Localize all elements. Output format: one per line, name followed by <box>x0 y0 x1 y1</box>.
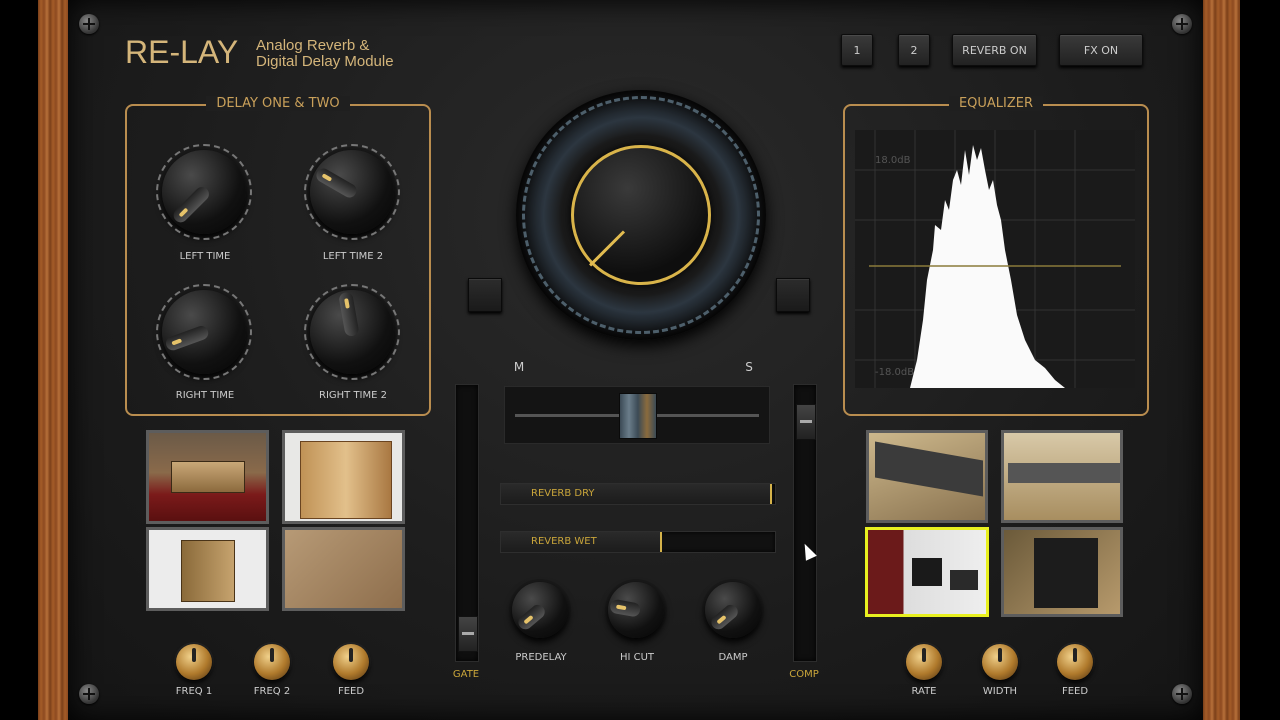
preset-1-button[interactable]: 1 <box>841 34 873 66</box>
thumbnail-rack-unit-1[interactable] <box>866 430 988 523</box>
thumbnail-spring-unit[interactable] <box>146 527 269 611</box>
feed-right-label: FEED <box>1061 686 1089 697</box>
right-square-button[interactable] <box>776 278 810 312</box>
eq-top-db-label: 18.0dB <box>875 155 911 166</box>
gate-slider[interactable] <box>455 384 479 662</box>
thumbnail-plate-reverb[interactable] <box>282 430 405 524</box>
wood-side-right <box>1203 0 1240 720</box>
thumbnail-studio-unit[interactable] <box>1001 527 1123 617</box>
right-time-knob[interactable] <box>156 284 252 380</box>
left-square-button[interactable] <box>468 278 502 312</box>
hi-cut-knob[interactable] <box>608 582 664 638</box>
damp-knob[interactable] <box>705 582 761 638</box>
reverb-wet-bar[interactable]: REVERB WET <box>500 531 776 553</box>
subtitle-line-1: Analog Reverb & <box>256 37 370 54</box>
freq-2-knob[interactable] <box>254 644 290 680</box>
thumbnail-speaker-room[interactable] <box>865 527 989 617</box>
rate-knob[interactable] <box>906 644 942 680</box>
right-time-2-label: RIGHT TIME 2 <box>319 390 387 401</box>
wood-side-left <box>38 0 68 720</box>
preset-2-button[interactable]: 2 <box>898 34 930 66</box>
thumbnail-radio-receiver[interactable] <box>146 430 269 524</box>
fx-on-button[interactable]: FX ON <box>1059 34 1143 66</box>
freq-1-knob[interactable] <box>176 644 212 680</box>
subtitle-line-2: Digital Delay Module <box>256 53 394 70</box>
gate-label: GATE <box>452 669 480 680</box>
mid-side-handle[interactable] <box>619 393 657 439</box>
comp-label: COMP <box>789 669 819 680</box>
equalizer-graph <box>855 130 1135 388</box>
reverb-wet-label: REVERB WET <box>531 536 597 547</box>
side-label: S <box>745 360 753 374</box>
eq-bottom-db-label: -18.0dB <box>875 367 915 378</box>
left-time-knob[interactable] <box>156 144 252 240</box>
feed-left-knob[interactable] <box>333 644 369 680</box>
logo: RE-LAY <box>125 34 239 70</box>
equalizer-title: EQUALIZER <box>948 96 1044 111</box>
equalizer-screen: 18.0dB -18.0dB <box>855 130 1135 388</box>
gate-handle[interactable] <box>458 615 478 652</box>
screw-icon <box>1172 14 1192 34</box>
thumbnail-rack-unit-2[interactable] <box>1001 430 1123 523</box>
screw-icon <box>79 14 99 34</box>
thumbnail-tape-echo[interactable] <box>282 527 405 611</box>
feed-right-knob[interactable] <box>1057 644 1093 680</box>
left-time-2-knob[interactable] <box>304 144 400 240</box>
comp-handle[interactable] <box>796 403 816 440</box>
mid-label: M <box>513 360 525 374</box>
right-time-label: RIGHT TIME <box>175 390 235 401</box>
reverb-dry-bar[interactable]: REVERB DRY <box>500 483 776 505</box>
subtitle: Analog Reverb & Digital Delay Module <box>256 38 394 70</box>
delay-panel-title: DELAY ONE & TWO <box>206 96 350 111</box>
width-knob[interactable] <box>982 644 1018 680</box>
feed-left-label: FEED <box>337 686 365 697</box>
left-time-label: LEFT TIME <box>179 251 231 262</box>
main-dial[interactable] <box>516 90 766 340</box>
reverb-on-button[interactable]: REVERB ON <box>952 34 1037 66</box>
damp-label: DAMP <box>718 652 748 663</box>
predelay-knob[interactable] <box>512 582 568 638</box>
comp-slider[interactable] <box>793 384 817 662</box>
mid-side-slider[interactable] <box>504 386 770 444</box>
reverb-dry-label: REVERB DRY <box>531 488 595 499</box>
screw-icon <box>79 684 99 704</box>
screw-icon <box>1172 684 1192 704</box>
right-time-2-knob[interactable] <box>304 284 400 380</box>
left-time-2-label: LEFT TIME 2 <box>322 251 384 262</box>
